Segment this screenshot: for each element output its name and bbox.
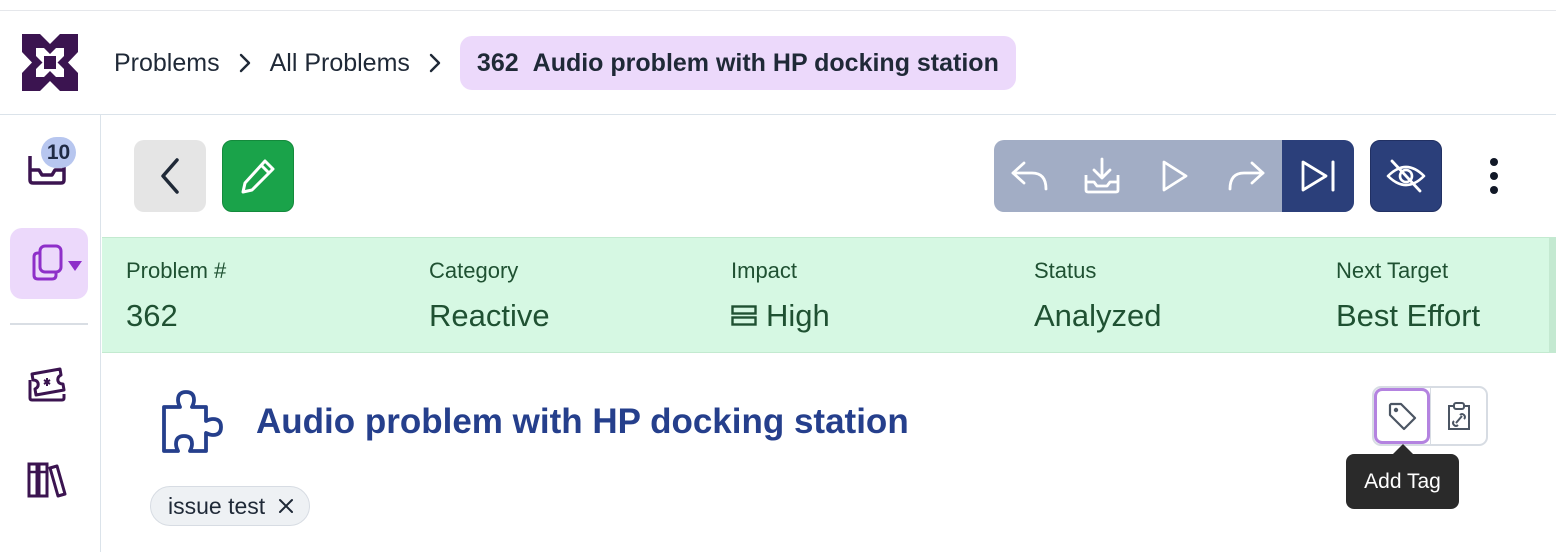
sidebar-divider — [10, 323, 88, 325]
breadcrumb-current-number: 362 — [476, 48, 519, 77]
problem-title-row: Audio problem with HP docking station — [160, 387, 909, 457]
field-value: Analyzed — [1034, 298, 1162, 333]
field-category: Category Reactive — [429, 258, 550, 334]
skip-next-icon — [1301, 160, 1335, 192]
tag-chip: issue test — [150, 486, 311, 526]
copy-link-button[interactable] — [1430, 388, 1486, 444]
play-icon — [1162, 160, 1188, 192]
forward-button[interactable] — [1210, 140, 1282, 212]
download-button[interactable] — [1066, 140, 1138, 212]
field-label: Category — [429, 258, 519, 283]
chevron-left-icon — [161, 158, 179, 194]
tooltip-arrow — [1393, 444, 1413, 454]
tag-chip-label: issue test — [168, 492, 266, 519]
tag-icon — [1388, 402, 1417, 431]
chevron-right-icon — [239, 53, 250, 73]
impact-bars-icon — [731, 305, 757, 326]
field-label: Problem # — [126, 258, 227, 283]
field-next-target: Next Target Best Effort — [1336, 258, 1480, 334]
add-tag-tooltip: Add Tag — [1346, 454, 1459, 509]
breadcrumb-problems[interactable]: Problems — [114, 49, 220, 78]
field-value: 362 — [126, 298, 178, 333]
problem-summary-bar: Problem # 362 Category Reactive Impact H… — [102, 237, 1556, 353]
breadcrumb-current-title: Audio problem with HP docking station — [532, 48, 999, 77]
hide-button[interactable] — [1370, 140, 1442, 212]
forward-icon — [1228, 161, 1265, 191]
breadcrumb-current: 362 Audio problem with HP docking statio… — [459, 36, 1016, 90]
more-vertical-icon — [1490, 158, 1498, 194]
field-value: Reactive — [429, 298, 550, 333]
copy-icon — [32, 244, 63, 281]
field-value: Best Effort — [1336, 298, 1481, 333]
field-impact: Impact High — [731, 258, 830, 334]
clipboard-link-icon — [1447, 402, 1470, 430]
field-label: Status — [1034, 258, 1097, 283]
skip-next-button[interactable] — [1282, 140, 1354, 212]
breadcrumb: Problems All Problems 362 Audio problem … — [114, 36, 1016, 90]
more-options-button[interactable] — [1470, 150, 1518, 202]
header: Problems All Problems 362 Audio problem … — [0, 11, 1556, 115]
field-label: Impact — [731, 258, 798, 283]
caret-down-icon — [68, 261, 82, 271]
chevron-right-icon — [429, 53, 441, 73]
inbox-download-icon — [1084, 157, 1120, 194]
inbox-count-badge: 10 — [41, 137, 76, 168]
problem-title: Audio problem with HP docking station — [256, 402, 909, 441]
breadcrumb-all-problems[interactable]: All Problems — [270, 49, 410, 78]
ticket-icon[interactable] — [26, 366, 68, 404]
field-label: Next Target — [1336, 258, 1449, 283]
field-status: Status Analyzed — [1034, 258, 1162, 334]
puzzle-icon — [162, 390, 223, 453]
record-navigation-group — [994, 140, 1354, 212]
field-problem-number: Problem # 362 — [126, 258, 226, 334]
eye-off-icon — [1386, 159, 1426, 193]
reply-icon — [1011, 161, 1048, 191]
scroll-edge — [1549, 237, 1556, 353]
edit-button[interactable] — [222, 140, 294, 212]
pencil-icon — [241, 159, 275, 194]
field-value-wrap: High — [731, 298, 830, 334]
field-value: High — [766, 298, 830, 333]
remove-tag-icon[interactable] — [278, 498, 294, 514]
add-tag-button[interactable] — [1374, 388, 1430, 444]
title-actions — [1372, 386, 1488, 446]
app-logo[interactable] — [22, 34, 78, 91]
library-icon[interactable] — [26, 460, 68, 500]
play-button[interactable] — [1138, 140, 1210, 212]
reply-button[interactable] — [994, 140, 1066, 212]
back-button[interactable] — [134, 140, 206, 212]
